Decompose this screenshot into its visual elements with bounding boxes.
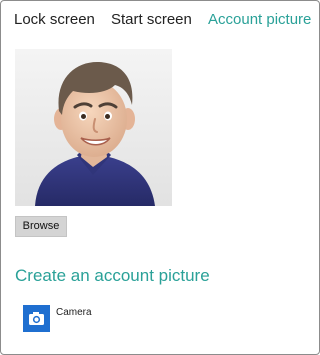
tab-bar: Lock screen Start screen Account picture bbox=[14, 11, 315, 33]
camera-icon bbox=[29, 312, 44, 325]
tab-start-screen[interactable]: Start screen bbox=[111, 11, 192, 28]
camera-label: Camera bbox=[56, 307, 92, 318]
tab-lock-screen[interactable]: Lock screen bbox=[14, 11, 95, 28]
camera-tile[interactable] bbox=[23, 305, 50, 332]
settings-window: Lock screen Start screen Account picture bbox=[0, 0, 320, 355]
tab-account-picture[interactable]: Account picture bbox=[208, 11, 311, 28]
create-picture-heading: Create an account picture bbox=[15, 266, 210, 285]
account-picture bbox=[15, 49, 172, 206]
browse-button[interactable]: Browse bbox=[15, 216, 67, 237]
avatar-icon bbox=[15, 49, 172, 206]
camera-app-item[interactable]: Camera bbox=[23, 305, 143, 333]
